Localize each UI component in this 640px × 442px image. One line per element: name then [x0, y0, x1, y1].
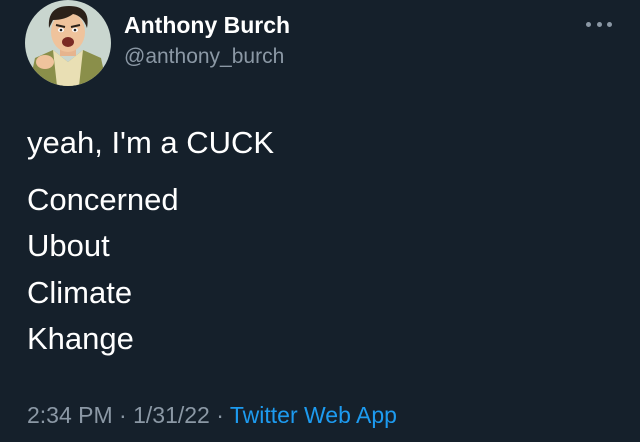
ellipsis-icon-dot-2: [596, 21, 602, 27]
tweet-text-line-2: Concerned: [27, 182, 179, 217]
tweet-text-line-3: Ubout: [27, 228, 110, 263]
tweet-date[interactable]: 1/31/22: [133, 402, 210, 428]
meta-separator: ·: [209, 402, 230, 428]
author-display-name[interactable]: Anthony Burch: [124, 12, 290, 39]
tweet-source-link[interactable]: Twitter Web App: [230, 402, 397, 428]
meta-separator: ·: [112, 402, 134, 428]
tweet-text-line-1: yeah, I'm a CUCK: [27, 125, 275, 160]
cartoon-portrait-avatar-icon: [25, 0, 111, 86]
author-avatar[interactable]: [25, 0, 111, 86]
tweet-text-line-5: Khange: [27, 321, 134, 356]
tweet-time[interactable]: 2:34 PM: [27, 402, 113, 428]
ellipsis-icon-dot-3: [607, 21, 612, 27]
more-options-button[interactable]: [586, 16, 612, 32]
ellipsis-icon-dot-1: [586, 21, 591, 27]
author-handle[interactable]: @anthony_burch: [124, 45, 284, 69]
tweet-metadata: 2:34 PM · 1/31/22 · Twitter Web App: [27, 400, 397, 430]
tweet-text-line-4: Climate: [27, 275, 133, 310]
